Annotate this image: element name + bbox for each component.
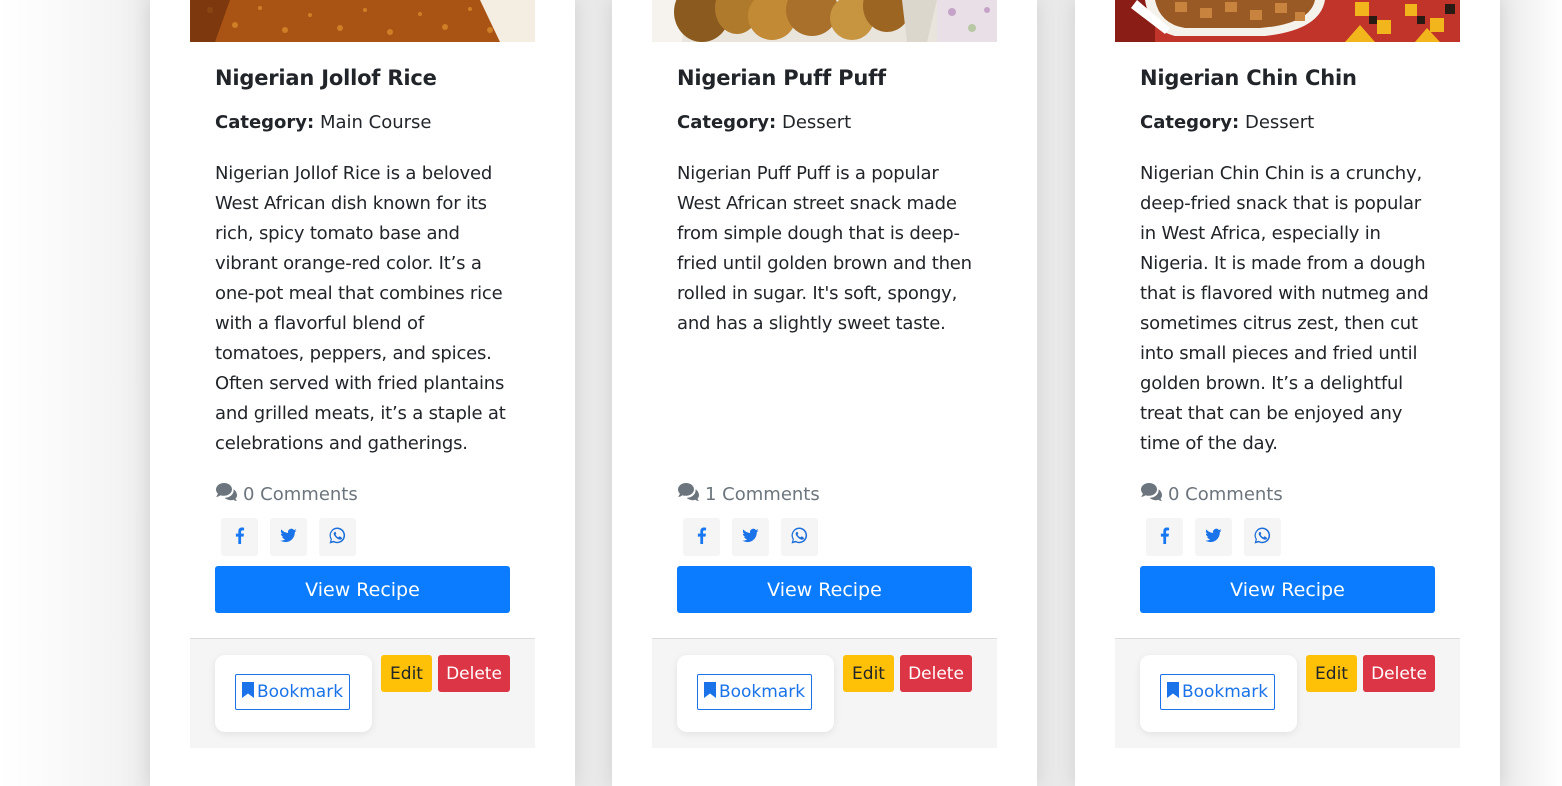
- recipe-column: Nigerian Puff Puff Category: Dessert Nig…: [612, 0, 1037, 786]
- view-recipe-button[interactable]: View Recipe: [677, 566, 972, 613]
- share-whatsapp-button[interactable]: [781, 518, 818, 556]
- recipe-card: Nigerian Puff Puff Category: Dessert Nig…: [652, 0, 997, 748]
- facebook-icon: [1156, 527, 1173, 548]
- comments-link[interactable]: 0 Comments: [215, 482, 358, 507]
- card-footer: Bookmark Edit Delete: [190, 638, 535, 748]
- card-footer: Bookmark Edit Delete: [1115, 638, 1460, 748]
- view-recipe-button[interactable]: View Recipe: [215, 566, 510, 613]
- recipe-column: Nigerian Chin Chin Category: Dessert Nig…: [1075, 0, 1500, 786]
- twitter-icon: [1205, 527, 1222, 548]
- bookmark-container: Bookmark: [677, 655, 834, 732]
- category-value: Dessert: [781, 112, 852, 133]
- comments-link[interactable]: 0 Comments: [1140, 482, 1283, 507]
- delete-button[interactable]: Delete: [900, 655, 972, 692]
- comments-count: 0 Comments: [243, 484, 358, 505]
- comments-icon: [1140, 482, 1164, 507]
- edit-button[interactable]: Edit: [381, 655, 432, 692]
- recipe-title: Nigerian Chin Chin: [1140, 66, 1357, 90]
- delete-button[interactable]: Delete: [1363, 655, 1435, 692]
- bookmark-container: Bookmark: [1140, 655, 1297, 732]
- recipe-image: [190, 0, 535, 42]
- edit-button[interactable]: Edit: [843, 655, 894, 692]
- twitter-icon: [742, 527, 759, 548]
- share-twitter-button[interactable]: [270, 518, 307, 556]
- whatsapp-icon: [1254, 527, 1271, 548]
- bookmark-button[interactable]: Bookmark: [697, 674, 812, 710]
- category-value: Main Course: [319, 112, 432, 133]
- whatsapp-icon: [329, 527, 346, 548]
- whatsapp-icon: [791, 527, 808, 548]
- recipe-image: [1115, 0, 1460, 42]
- recipe-card: Nigerian Chin Chin Category: Dessert Nig…: [1115, 0, 1460, 748]
- bookmark-label: Bookmark: [256, 682, 344, 702]
- recipe-description: Nigerian Jollof Rice is a beloved West A…: [215, 163, 506, 454]
- bookmark-button[interactable]: Bookmark: [1160, 674, 1275, 710]
- recipe-description: Nigerian Puff Puff is a popular West Afr…: [677, 163, 972, 334]
- share-whatsapp-button[interactable]: [1244, 518, 1281, 556]
- comments-link[interactable]: 1 Comments: [677, 482, 820, 507]
- bookmark-icon: [241, 681, 254, 703]
- share-buttons: [1146, 518, 1281, 556]
- recipe-grid: Nigerian Jollof Rice Category: Main Cour…: [0, 0, 1562, 786]
- category-label: Category:: [1140, 112, 1240, 133]
- comments-count: 0 Comments: [1168, 484, 1283, 505]
- edit-button[interactable]: Edit: [1306, 655, 1357, 692]
- share-facebook-button[interactable]: [683, 518, 720, 556]
- share-buttons: [683, 518, 818, 556]
- bookmark-icon: [703, 681, 716, 703]
- bookmark-container: Bookmark: [215, 655, 372, 732]
- recipe-image: [652, 0, 997, 42]
- view-recipe-button[interactable]: View Recipe: [1140, 566, 1435, 613]
- recipe-category: Category: Main Course: [215, 112, 432, 133]
- recipe-category: Category: Dessert: [1140, 112, 1314, 133]
- facebook-icon: [693, 527, 710, 548]
- bookmark-icon: [1166, 681, 1179, 703]
- comments-icon: [215, 482, 239, 507]
- share-facebook-button[interactable]: [221, 518, 258, 556]
- share-whatsapp-button[interactable]: [319, 518, 356, 556]
- bookmark-label: Bookmark: [718, 682, 806, 702]
- twitter-icon: [280, 527, 297, 548]
- category-value: Dessert: [1244, 112, 1315, 133]
- share-twitter-button[interactable]: [732, 518, 769, 556]
- bookmark-label: Bookmark: [1181, 682, 1269, 702]
- share-buttons: [221, 518, 356, 556]
- recipe-title: Nigerian Puff Puff: [677, 66, 886, 90]
- delete-button[interactable]: Delete: [438, 655, 510, 692]
- facebook-icon: [231, 527, 248, 548]
- category-label: Category:: [677, 112, 777, 133]
- recipe-title: Nigerian Jollof Rice: [215, 66, 437, 90]
- share-facebook-button[interactable]: [1146, 518, 1183, 556]
- card-footer: Bookmark Edit Delete: [652, 638, 997, 748]
- category-label: Category:: [215, 112, 315, 133]
- comments-icon: [677, 482, 701, 507]
- comments-count: 1 Comments: [705, 484, 820, 505]
- recipe-card: Nigerian Jollof Rice Category: Main Cour…: [190, 0, 535, 748]
- recipe-column: Nigerian Jollof Rice Category: Main Cour…: [150, 0, 575, 786]
- recipe-description: Nigerian Chin Chin is a crunchy, deep-fr…: [1140, 163, 1429, 454]
- share-twitter-button[interactable]: [1195, 518, 1232, 556]
- recipe-category: Category: Dessert: [677, 112, 851, 133]
- bookmark-button[interactable]: Bookmark: [235, 674, 350, 710]
